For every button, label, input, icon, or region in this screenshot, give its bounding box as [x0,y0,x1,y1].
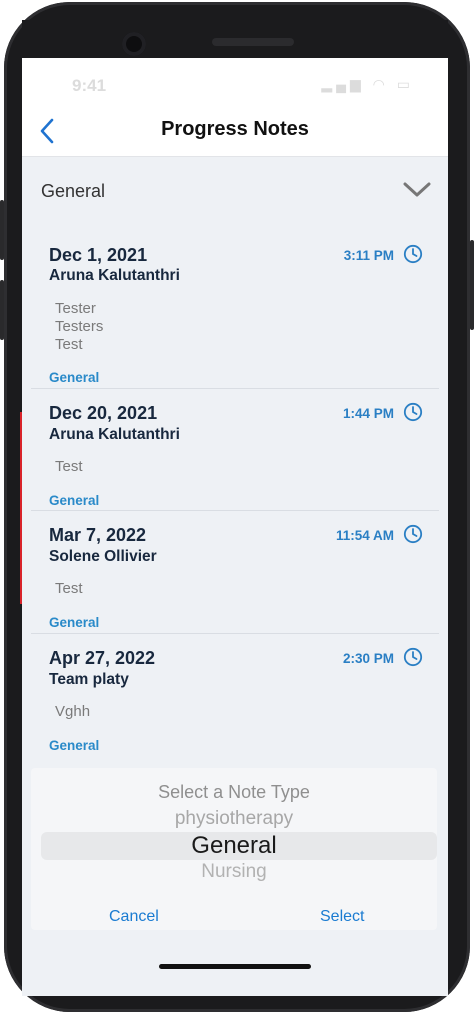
page-title: Progress Notes [161,118,309,140]
app-screen: 9:41 ▂▄▆ ◠ ▭ Progress Notes General Dec … [22,58,448,996]
note-type-filter-dropdown[interactable]: General [31,165,439,217]
volume-button [0,200,4,260]
camera-icon [122,32,146,56]
note-date: Dec 20, 2021 [49,403,158,423]
note-body-line: Test [55,458,83,475]
cancel-button[interactable]: Cancel [109,908,159,926]
note-card[interactable]: Dec 1, 2021 Aruna Kalutanthri 3:11 PM Te… [31,228,439,389]
note-author: Solene Ollivier [49,548,157,565]
note-time: 11:54 AM [335,528,394,543]
note-body-line: Testers [55,318,104,335]
select-button[interactable]: Select [320,908,364,926]
clock-icon [403,647,423,667]
chevron-down-icon [403,182,431,197]
note-card[interactable]: Apr 27, 2022 Team platy 2:30 PM Vghh Gen… [31,633,439,756]
clock-icon [403,524,423,544]
note-author: Aruna Kalutanthri [49,426,180,443]
note-author: Aruna Kalutanthri [49,267,180,284]
note-card[interactable]: Mar 7, 2022 Solene Ollivier 11:54 AM Tes… [31,510,439,634]
note-type-label: General [49,615,100,630]
note-type-label: General [49,370,100,385]
status-time: 9:41 [72,76,107,95]
phone-mockup: 9:41 ▂▄▆ ◠ ▭ Progress Notes General Dec … [0,0,474,1017]
note-body-line: Tester [55,300,96,317]
note-body-line: Vghh [55,703,91,720]
navigation-bar: Progress Notes [22,106,448,157]
home-indicator [159,964,311,969]
note-date: Dec 1, 2021 [49,245,148,265]
clock-icon [403,244,423,264]
volume-button [0,280,4,340]
status-bar: 9:41 ▂▄▆ ◠ ▭ [22,58,448,106]
clock-icon [403,402,423,422]
note-time: 1:44 PM [342,406,394,421]
filter-selected-value: General [41,181,106,201]
note-type-picker-sheet: Select a Note Type physiotherapy General… [31,768,437,930]
note-type-label: General [49,493,100,508]
note-time: 2:30 PM [342,651,394,666]
note-author: Team platy [49,671,129,688]
picker-option-physiotherapy[interactable]: physiotherapy [31,808,437,830]
scroll-indicator [20,412,22,604]
note-date: Apr 27, 2022 [49,648,156,668]
note-type-label: General [49,738,100,753]
picker-title: Select a Note Type [158,782,310,802]
power-button [470,240,474,330]
speaker-grille [212,38,294,46]
note-time: 3:11 PM [343,248,394,263]
note-body-line: Test [55,580,83,597]
picker-option-general[interactable]: General [31,832,437,860]
status-icons: ▂▄▆ ◠ ▭ [321,76,414,92]
note-date: Mar 7, 2022 [49,525,147,545]
notes-list[interactable]: Dec 1, 2021 Aruna Kalutanthri 3:11 PM Te… [31,228,439,756]
note-card[interactable]: Dec 20, 2021 Aruna Kalutanthri 1:44 PM T… [31,388,439,511]
note-body-line: Test [55,336,83,353]
picker-option-nursing[interactable]: Nursing [31,861,437,883]
